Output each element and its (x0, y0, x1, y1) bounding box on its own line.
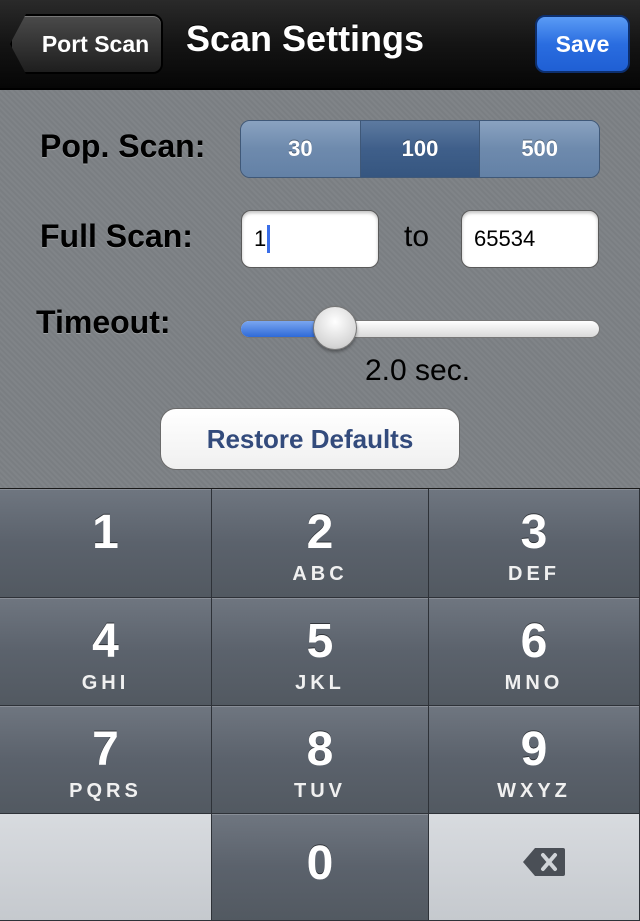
numeric-keypad: 1 2 ABC 3 DEF 4 GHI 5 JKL 6 MNO 7 PQRS 8… (0, 488, 640, 921)
timeout-slider-track[interactable] (240, 320, 600, 338)
key-number: 4 (92, 615, 119, 668)
save-button[interactable]: Save (535, 15, 630, 73)
pop-scan-segmented-control: 30 100 500 (240, 120, 600, 178)
back-button[interactable]: Port Scan (10, 14, 163, 74)
timeout-label: Timeout: (36, 304, 171, 340)
key-number: 0 (306, 837, 334, 890)
to-label: to (404, 220, 430, 253)
key-5[interactable]: 5 JKL (212, 598, 429, 706)
key-number: 7 (92, 723, 119, 776)
key-letters: TUV (294, 780, 346, 802)
page-title: Scan Settings (186, 18, 425, 59)
full-scan-to-value: 65534 (474, 226, 536, 251)
key-number: 3 (520, 506, 548, 559)
full-scan-from-field[interactable]: 1 (241, 210, 379, 268)
key-number: 2 (306, 506, 334, 559)
key-1[interactable]: 1 (0, 489, 212, 598)
timeout-slider-thumb[interactable] (312, 306, 357, 350)
key-9[interactable]: 9 WXYZ (429, 706, 640, 814)
pop-scan-option-500[interactable]: 500 (480, 121, 599, 177)
pop-scan-option-100[interactable]: 100 (360, 121, 481, 177)
navigation-bar: Port Scan Scan Settings Save (0, 0, 640, 90)
key-letters: DEF (508, 563, 560, 585)
key-letters: ABC (292, 563, 348, 585)
key-number: 5 (306, 615, 334, 668)
key-number: 9 (520, 723, 548, 776)
key-0[interactable]: 0 (212, 814, 429, 921)
pop-scan-option-30[interactable]: 30 (241, 121, 361, 177)
key-letters: PQRS (69, 780, 142, 802)
key-2[interactable]: 2 ABC (212, 489, 429, 598)
key-8[interactable]: 8 TUV (212, 706, 429, 814)
text-cursor (267, 225, 271, 253)
full-scan-to-field[interactable]: 65534 (461, 210, 599, 268)
full-scan-label: Full Scan: (40, 218, 193, 254)
blank-key (0, 814, 212, 921)
key-number: 1 (92, 506, 119, 559)
key-7[interactable]: 7 PQRS (0, 706, 212, 814)
delete-key[interactable] (429, 814, 640, 921)
timeout-value: 2.0 sec. (365, 354, 471, 387)
key-6[interactable]: 6 MNO (429, 598, 640, 706)
pop-scan-label: Pop. Scan: (40, 128, 206, 164)
backspace-icon (523, 848, 565, 876)
key-letters: JKL (295, 672, 345, 694)
key-4[interactable]: 4 GHI (0, 598, 212, 706)
full-scan-from-value: 1 (254, 226, 267, 251)
key-3[interactable]: 3 DEF (429, 489, 640, 598)
settings-panel: Pop. Scan: 30 100 500 Full Scan: 1 to 65… (0, 90, 640, 488)
restore-defaults-button[interactable]: Restore Defaults (160, 408, 460, 470)
key-letters: GHI (81, 672, 130, 694)
key-letters: WXYZ (497, 780, 571, 802)
key-number: 6 (520, 615, 548, 668)
key-letters: MNO (504, 672, 564, 694)
key-number: 8 (306, 723, 334, 776)
